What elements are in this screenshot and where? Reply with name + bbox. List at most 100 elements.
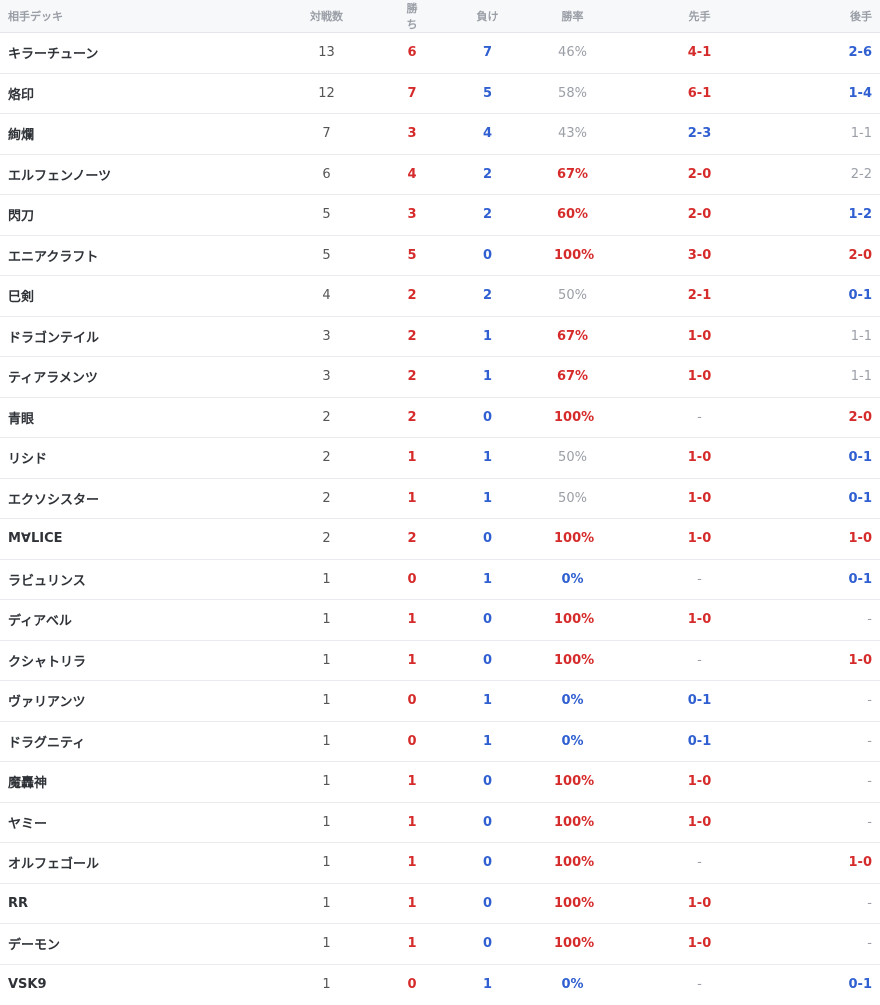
- cell-wins: 2: [395, 275, 429, 317]
- cell-first: 2-3: [599, 113, 800, 155]
- header-first[interactable]: 先手: [599, 0, 800, 33]
- cell-wins: 0: [395, 680, 429, 722]
- cell-matches: 4: [258, 275, 395, 317]
- table-row[interactable]: 烙印 12 7 5 58% 6-1 1-4: [0, 73, 880, 114]
- header-row: 相手デッキ 対戦数 勝ち 負け 勝率 先手 後手: [0, 0, 880, 33]
- cell-rate: 100%: [546, 599, 599, 641]
- cell-rate: 100%: [546, 923, 599, 965]
- table-row[interactable]: M∀LICE 2 2 0 100% 1-0 1-0: [0, 518, 880, 560]
- table-row[interactable]: ドラゴンテイル 3 2 1 67% 1-0 1-1: [0, 316, 880, 357]
- table-row[interactable]: エニアクラフト 5 5 0 100% 3-0 2-0: [0, 235, 880, 276]
- table-row[interactable]: ティアラメンツ 3 2 1 67% 1-0 1-1: [0, 356, 880, 398]
- table-row[interactable]: エクソシスター 2 1 1 50% 1-0 0-1: [0, 478, 880, 519]
- table-header: 相手デッキ 対戦数 勝ち 負け 勝率 先手 後手: [0, 0, 880, 33]
- cell-wins: 1: [395, 599, 429, 641]
- table-row[interactable]: 青眼 2 2 0 100% -2-0: [0, 397, 880, 438]
- header-rate[interactable]: 勝率: [546, 0, 599, 33]
- header-wins[interactable]: 勝ち: [395, 0, 429, 33]
- cell-losses: 1: [429, 680, 546, 722]
- cell-wins: 2: [395, 518, 429, 560]
- cell-wins: 1: [395, 437, 429, 479]
- cell-first: 1-0: [599, 761, 800, 803]
- table-row[interactable]: リシド 2 1 1 50% 1-0 0-1: [0, 437, 880, 479]
- cell-first: -: [599, 640, 800, 681]
- cell-wins: 0: [395, 559, 429, 600]
- header-matches[interactable]: 対戦数: [258, 0, 395, 33]
- table-row[interactable]: デーモン 1 1 0 100% 1-0-: [0, 923, 880, 965]
- cell-rate: 58%: [546, 73, 599, 114]
- table-row[interactable]: 魔轟神 1 1 0 100% 1-0-: [0, 761, 880, 803]
- cell-wins: 2: [395, 397, 429, 438]
- cell-first: 4-1: [599, 32, 800, 74]
- cell-losses: 0: [429, 761, 546, 803]
- cell-matches: 1: [258, 721, 395, 762]
- table-row[interactable]: ラビュリンス 1 0 1 0% -0-1: [0, 559, 880, 600]
- header-second[interactable]: 後手: [800, 0, 880, 33]
- cell-deck: クシャトリラ: [0, 640, 258, 681]
- cell-first: 0-1: [599, 721, 800, 762]
- cell-wins: 1: [395, 478, 429, 519]
- cell-second: -: [800, 923, 880, 965]
- cell-deck: VSK9: [8, 977, 47, 992]
- cell-deck: エニアクラフト: [0, 235, 258, 276]
- cell-second: 1-1: [800, 316, 880, 357]
- table-row[interactable]: クシャトリラ 1 1 0 100% -1-0: [0, 640, 880, 681]
- cell-deck: ティアラメンツ: [0, 356, 258, 398]
- table-row[interactable]: RR 1 1 0 100% 1-0-: [0, 883, 880, 924]
- table-row[interactable]: VSK9 1 0 1 0% - 0-1: [0, 964, 880, 1005]
- cell-losses: 1: [429, 559, 546, 600]
- cell-second: 1-0: [800, 518, 880, 560]
- cell-losses: 1: [429, 437, 546, 479]
- cell-rate: 0%: [546, 721, 599, 762]
- cell-second: -: [800, 599, 880, 641]
- cell-first: -: [697, 977, 702, 992]
- header-losses[interactable]: 負け: [429, 0, 546, 33]
- cell-second: 0-1: [848, 977, 873, 992]
- cell-first: 3-0: [599, 235, 800, 276]
- cell-deck: ヴァリアンツ: [0, 680, 258, 722]
- table-row[interactable]: ドラグニティ 1 0 1 0% 0-1-: [0, 721, 880, 762]
- cell-deck: ラビュリンス: [0, 559, 258, 600]
- cell-second: 0-1: [800, 478, 880, 519]
- cell-wins: 1: [395, 923, 429, 965]
- cell-rate: 60%: [546, 194, 599, 236]
- cell-rate: 100%: [546, 842, 599, 884]
- table-row[interactable]: キラーチューン 13 6 7 46% 4-1 2-6: [0, 32, 880, 74]
- cell-first: 6-1: [599, 73, 800, 114]
- cell-wins: 3: [395, 113, 429, 155]
- cell-deck: RR: [0, 883, 258, 924]
- cell-rate: 0%: [546, 559, 599, 600]
- cell-rate: 100%: [546, 640, 599, 681]
- cell-losses: 5: [429, 73, 546, 114]
- table-row[interactable]: オルフェゴール 1 1 0 100% -1-0: [0, 842, 880, 884]
- table-row[interactable]: ヴァリアンツ 1 0 1 0% 0-1-: [0, 680, 880, 722]
- cell-matches: 5: [258, 235, 395, 276]
- header-deck[interactable]: 相手デッキ: [0, 0, 258, 33]
- cell-first: -: [599, 842, 800, 884]
- table-row[interactable]: 絢爛 7 3 4 43% 2-3 1-1: [0, 113, 880, 155]
- cell-first: 1-0: [599, 478, 800, 519]
- cell-deck: キラーチューン: [0, 32, 258, 74]
- cell-wins: 0: [407, 977, 417, 992]
- cell-rate: 67%: [546, 154, 599, 195]
- cell-matches: 3: [258, 316, 395, 357]
- cell-wins: 5: [395, 235, 429, 276]
- cell-first: 1-0: [599, 802, 800, 843]
- table-row[interactable]: エルフェンノーツ 6 4 2 67% 2-0 2-2: [0, 154, 880, 195]
- table-row[interactable]: 巳剣 4 2 2 50% 2-1 0-1: [0, 275, 880, 317]
- cell-first: 1-0: [599, 356, 800, 398]
- cell-wins: 2: [395, 316, 429, 357]
- cell-matches: 1: [322, 977, 331, 992]
- cell-deck: ドラグニティ: [0, 721, 258, 762]
- cell-second: -: [800, 721, 880, 762]
- cell-losses: 1: [482, 977, 493, 992]
- cell-second: 1-4: [800, 73, 880, 114]
- cell-second: 0-1: [800, 559, 880, 600]
- cell-first: 1-0: [599, 883, 800, 924]
- table-row[interactable]: ディアベル 1 1 0 100% 1-0-: [0, 599, 880, 641]
- table-row[interactable]: ヤミー 1 1 0 100% 1-0-: [0, 802, 880, 843]
- cell-wins: 1: [395, 883, 429, 924]
- cell-matches: 1: [258, 761, 395, 803]
- cell-losses: 0: [429, 802, 546, 843]
- table-row[interactable]: 閃刀 5 3 2 60% 2-0 1-2: [0, 194, 880, 236]
